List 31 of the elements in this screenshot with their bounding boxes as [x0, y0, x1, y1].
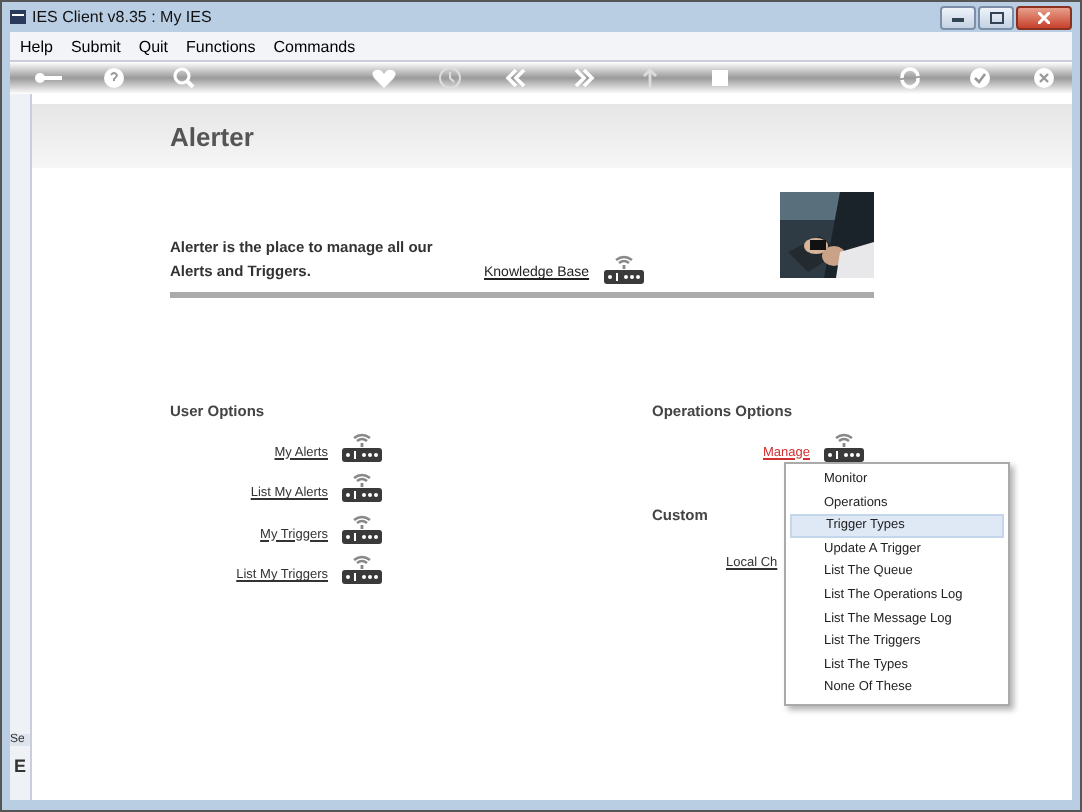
- close-button[interactable]: [1016, 5, 1072, 29]
- close-icon[interactable]: [1030, 66, 1058, 90]
- check-icon[interactable]: [966, 66, 994, 90]
- help-icon[interactable]: [100, 66, 128, 90]
- minimize-button[interactable]: [940, 5, 976, 29]
- stop-icon[interactable]: [706, 66, 734, 90]
- remote-icon[interactable]: [824, 431, 864, 461]
- app-icon: [10, 10, 26, 24]
- fast-forward-icon[interactable]: [570, 66, 598, 90]
- remote-icon[interactable]: [342, 513, 382, 543]
- page-title: Alerter: [170, 121, 254, 151]
- heart-icon[interactable]: [370, 66, 398, 90]
- clock-icon[interactable]: [436, 66, 464, 90]
- menu-item[interactable]: Functions: [186, 37, 256, 55]
- menu-item[interactable]: Quit: [138, 37, 169, 55]
- remote-icon[interactable]: [342, 431, 382, 461]
- close-icon: [1038, 11, 1050, 23]
- maximize-button[interactable]: [978, 5, 1014, 29]
- refresh-icon[interactable]: [896, 66, 924, 90]
- window-title: IES Client v8.35 : My IES: [32, 8, 212, 26]
- maximize-icon: [989, 11, 1003, 23]
- minimize-icon: [952, 13, 964, 21]
- remote-icon[interactable]: [603, 254, 644, 284]
- side-label: E: [12, 756, 29, 776]
- menu-item[interactable]: Submit: [70, 37, 121, 55]
- remote-icon[interactable]: [342, 472, 382, 502]
- menu-item[interactable]: Commands: [273, 37, 356, 55]
- menu-item[interactable]: Help: [20, 37, 53, 55]
- search-icon[interactable]: [170, 66, 198, 90]
- rewind-icon[interactable]: [502, 66, 530, 90]
- remote-icon[interactable]: [342, 554, 382, 584]
